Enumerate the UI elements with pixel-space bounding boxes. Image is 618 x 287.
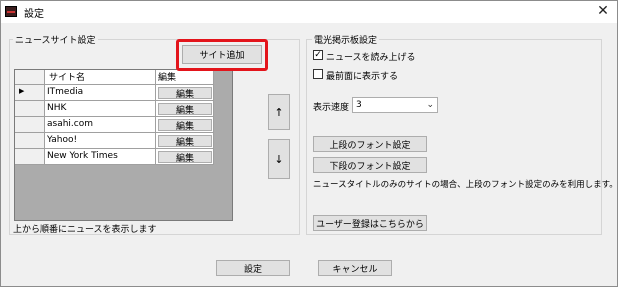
always-on-top-label[interactable]: 最前面に表示する (326, 69, 398, 82)
display-speed-select[interactable]: 3 ⌄ (352, 97, 438, 113)
site-name-cell[interactable]: asahi.com (45, 117, 156, 133)
news-site-group-legend: ニュースサイト設定 (13, 33, 98, 46)
upper-font-button[interactable]: 上段のフォント設定 (313, 136, 427, 152)
app-icon (5, 6, 17, 17)
read-aloud-checkbox[interactable]: ✓ (313, 50, 323, 60)
edit-button[interactable]: 編集 (158, 103, 212, 116)
chevron-down-icon: ⌄ (426, 100, 434, 110)
user-registration-button[interactable]: ユーザー登録はこちらから (313, 215, 427, 231)
read-aloud-label[interactable]: ニュースを読み上げる (326, 50, 416, 63)
row-header[interactable]: ▶ (15, 85, 45, 101)
site-grid: サイト名 編集 ▶ ITmedia 編集 NHK 編集 asahi.com 編集… (14, 69, 233, 221)
edit-button[interactable]: 編集 (158, 87, 212, 100)
row-header[interactable] (15, 117, 45, 133)
site-name-cell[interactable]: NHK (45, 101, 156, 117)
cancel-button[interactable]: キャンセル (318, 260, 392, 276)
move-down-button[interactable]: ↓ (268, 139, 290, 179)
column-header-edit[interactable]: 編集 (156, 70, 214, 85)
current-row-indicator-icon: ▶ (19, 87, 25, 95)
edit-button[interactable]: 編集 (158, 135, 212, 148)
site-name-cell[interactable]: New York Times (45, 149, 156, 165)
row-header[interactable] (15, 149, 45, 165)
font-setting-note: ニュースタイトルのみのサイトの場合、上段のフォント設定のみを利用します。 (313, 180, 618, 190)
board-settings-group-legend: 電光掲示板設定 (312, 33, 380, 46)
display-speed-value: 3 (356, 100, 362, 110)
grid-corner (15, 70, 45, 85)
row-header[interactable] (15, 133, 45, 149)
site-name-cell[interactable]: ITmedia (45, 85, 156, 101)
news-order-note: 上から順番にニュースを表示します (13, 225, 157, 235)
window-title: 設定 (24, 9, 44, 20)
move-up-button[interactable]: ↑ (268, 94, 290, 130)
display-speed-label: 表示速度 (313, 103, 350, 113)
row-header[interactable] (15, 101, 45, 117)
highlight-box (176, 39, 268, 71)
title-bar (1, 1, 617, 23)
ok-button[interactable]: 設定 (216, 260, 290, 276)
close-icon[interactable]: ✕ (590, 2, 616, 20)
site-name-cell[interactable]: Yahoo! (45, 133, 156, 149)
always-on-top-checkbox[interactable] (313, 69, 323, 79)
edit-button[interactable]: 編集 (158, 119, 212, 132)
lower-font-button[interactable]: 下段のフォント設定 (313, 157, 427, 173)
edit-button[interactable]: 編集 (158, 151, 212, 164)
column-header-site-name[interactable]: サイト名 (45, 70, 156, 85)
